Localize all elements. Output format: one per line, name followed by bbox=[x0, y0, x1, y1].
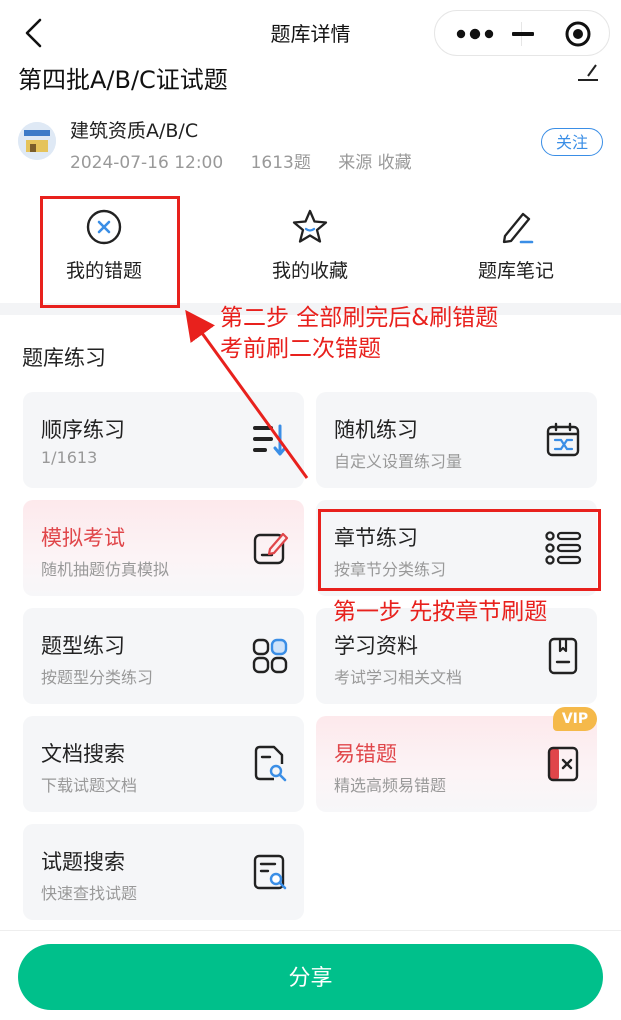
annotation-arrow bbox=[185, 309, 309, 479]
annotation-step1: 第一步 先按章节刷题 bbox=[333, 599, 548, 625]
annotation-step2-line2: 考前刷二次错题 bbox=[220, 336, 381, 362]
annotation-step2-line1: 第二步 全部刷完后&刷错题 bbox=[220, 305, 499, 331]
